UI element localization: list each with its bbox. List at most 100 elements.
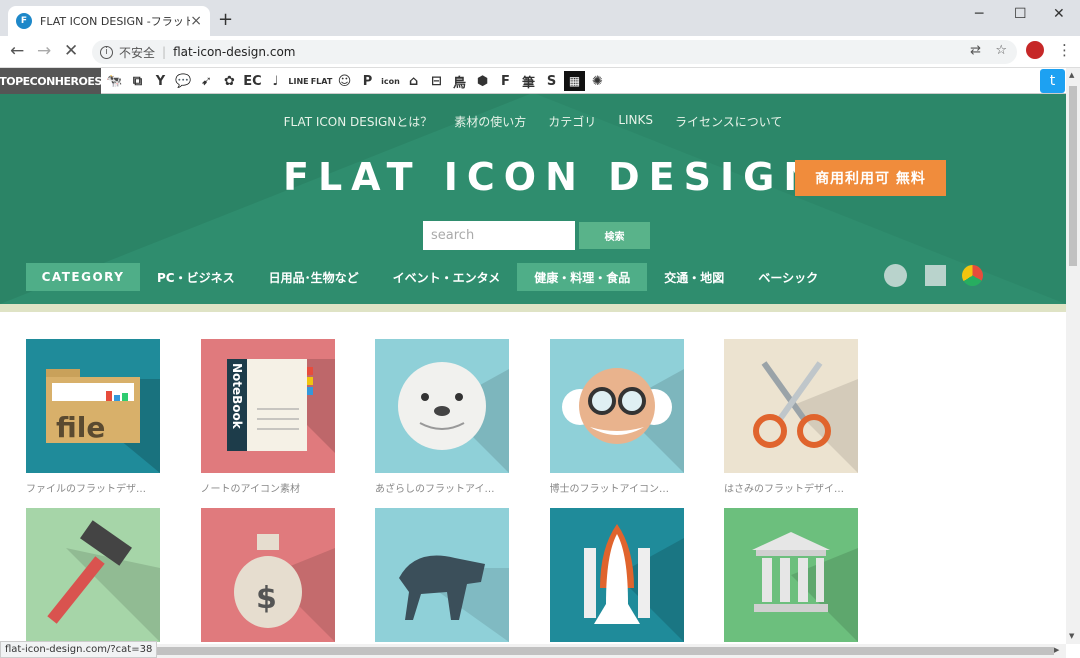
network-site-icon[interactable]: ♩ bbox=[265, 71, 286, 91]
network-site-icons: 🐄 ⧉ Y 💬 ➹ ✿ EC ♩ LINE FLAT ☺ Picon ⌂ ⊟ 鳥 ⬢ F 筆 S ▦ ✺ bbox=[104, 68, 610, 94]
network-site-icon[interactable]: ⬢ bbox=[472, 71, 493, 91]
icon-card[interactable]: 博士のフラットアイコン… bbox=[549, 339, 684, 495]
icon-card[interactable] bbox=[26, 508, 160, 642]
notebook-icon[interactable]: NoteBook bbox=[200, 339, 335, 473]
status-bar: flat-icon-design.com/?cat=38 bbox=[0, 641, 158, 658]
address-separator: | bbox=[162, 45, 167, 59]
network-site-icon[interactable]: FLAT bbox=[311, 71, 333, 91]
network-site-icon[interactable]: EC bbox=[242, 71, 263, 91]
icon-card[interactable]: file ファイルのフラットデザ… bbox=[26, 339, 160, 495]
stop-loading-icon[interactable]: ✕ bbox=[64, 41, 78, 61]
forward-arrow-icon[interactable]: → bbox=[37, 41, 51, 61]
nav-links[interactable]: LINKS bbox=[618, 113, 653, 130]
search-input[interactable] bbox=[423, 221, 575, 250]
heroes-logo[interactable]: TOPECONHEROES bbox=[0, 68, 102, 94]
file-icon[interactable]: file bbox=[26, 339, 160, 473]
network-site-icon[interactable]: Y bbox=[150, 71, 171, 91]
network-site-icon[interactable]: ➹ bbox=[196, 71, 217, 91]
twitter-icon[interactable]: t bbox=[1040, 69, 1065, 93]
file-label: file bbox=[56, 411, 105, 444]
translate-icon[interactable]: ⇄ bbox=[970, 43, 981, 58]
category-pc-business[interactable]: PC・ビジネス bbox=[140, 263, 252, 291]
square-style-toggle[interactable] bbox=[925, 265, 946, 286]
icon-caption[interactable]: はさみのフラットデザイ… bbox=[724, 480, 858, 495]
maximize-window-button[interactable]: ☐ bbox=[1014, 6, 1027, 22]
network-site-icon[interactable]: ⧉ bbox=[127, 71, 148, 91]
nav-about[interactable]: FLAT ICON DESIGNとは？ bbox=[284, 113, 433, 130]
new-tab-button[interactable]: + bbox=[218, 9, 233, 30]
category-events[interactable]: イベント・エンタメ bbox=[376, 263, 518, 291]
network-site-icon[interactable]: icon bbox=[380, 71, 401, 91]
scroll-right-icon[interactable]: ▶ bbox=[1054, 646, 1059, 654]
browser-menu-icon[interactable]: ⋮ bbox=[1057, 41, 1072, 59]
rocket-icon[interactable] bbox=[549, 508, 684, 642]
circle-style-toggle[interactable] bbox=[884, 264, 907, 287]
vertical-scroll-thumb[interactable] bbox=[1069, 86, 1077, 266]
icon-card[interactable]: $ bbox=[200, 508, 335, 642]
icon-card[interactable] bbox=[549, 508, 684, 642]
category-basic[interactable]: ベーシック bbox=[741, 263, 835, 291]
category-health-food[interactable]: 健康・料理・食品 bbox=[517, 263, 648, 291]
address-bar[interactable]: i 不安全 | flat-icon-design.com ⇄ ☆ bbox=[92, 40, 1017, 64]
color-style-toggle[interactable] bbox=[962, 265, 983, 286]
network-site-icon[interactable]: LINE bbox=[288, 71, 309, 91]
notebook-label: NoteBook bbox=[230, 363, 244, 430]
browser-tab[interactable]: F FLAT ICON DESIGN -フラットデザインのアイコン素材サイト- … bbox=[8, 6, 210, 36]
icon-card[interactable]: NoteBook ノートのアイコン素材 bbox=[200, 339, 335, 495]
horizontal-scrollbar[interactable]: ▶ bbox=[0, 644, 1066, 658]
network-site-icon[interactable]: ✺ bbox=[587, 71, 608, 91]
icon-card[interactable] bbox=[724, 508, 858, 642]
network-site-icon[interactable]: ☺ bbox=[334, 71, 355, 91]
category-traffic-map[interactable]: 交通・地図 bbox=[647, 263, 741, 291]
icon-caption[interactable]: ノートのアイコン素材 bbox=[201, 480, 335, 495]
site-favicon-icon: F bbox=[16, 13, 32, 29]
url-text[interactable]: flat-icon-design.com bbox=[173, 45, 295, 59]
icon-caption[interactable]: ファイルのフラットデザ… bbox=[26, 480, 160, 495]
bookmark-star-icon[interactable]: ☆ bbox=[995, 43, 1007, 58]
network-site-icon[interactable]: 🐄 bbox=[104, 71, 125, 91]
close-window-button[interactable]: ✕ bbox=[1053, 6, 1065, 22]
seal-icon[interactable] bbox=[375, 339, 509, 473]
network-site-icon[interactable]: ▦ bbox=[564, 71, 585, 91]
bank-icon[interactable] bbox=[724, 508, 858, 642]
network-site-icon[interactable]: P bbox=[357, 71, 378, 91]
nav-usage[interactable]: 素材の使い方 bbox=[454, 113, 526, 130]
icon-caption[interactable]: 博士のフラットアイコン… bbox=[550, 480, 684, 495]
hammer-icon[interactable] bbox=[26, 508, 160, 642]
network-site-icon[interactable]: ⊟ bbox=[426, 71, 447, 91]
nav-category[interactable]: カテゴリ bbox=[548, 113, 596, 130]
network-site-icon[interactable]: S bbox=[541, 71, 562, 91]
scissors-icon[interactable] bbox=[724, 339, 858, 473]
network-site-icon[interactable]: ⌂ bbox=[403, 71, 424, 91]
scroll-up-icon[interactable]: ▲ bbox=[1069, 71, 1074, 79]
browser-tab-bar: F FLAT ICON DESIGN -フラットデザインのアイコン素材サイト- … bbox=[0, 0, 1080, 36]
commercial-free-badge: 商用利用可 無料 bbox=[795, 160, 946, 196]
extension-avatar-icon[interactable] bbox=[1026, 41, 1044, 59]
nav-license[interactable]: ライセンスについて bbox=[675, 113, 782, 130]
bull-icon[interactable] bbox=[375, 508, 509, 642]
professor-icon[interactable] bbox=[549, 339, 684, 473]
horizontal-scroll-thumb[interactable] bbox=[14, 647, 1054, 655]
network-site-icon[interactable]: 筆 bbox=[518, 71, 539, 91]
heroes-network-bar: TOPECONHEROES 🐄 ⧉ Y 💬 ➹ ✿ EC ♩ LINE FLAT ☺ Picon ⌂ ⊟ 鳥… bbox=[0, 68, 1066, 94]
network-site-icon[interactable]: 鳥 bbox=[449, 71, 470, 91]
info-icon[interactable]: i bbox=[100, 45, 113, 59]
close-tab-icon[interactable]: × bbox=[190, 13, 202, 29]
icon-card[interactable]: あざらしのフラットアイ… bbox=[375, 339, 509, 495]
search-button[interactable]: 検索 bbox=[579, 222, 650, 249]
minimize-window-button[interactable]: ─ bbox=[975, 6, 983, 22]
category-daily-goods[interactable]: 日用品･生物など bbox=[252, 263, 376, 291]
vertical-scrollbar[interactable]: ▲ ▼ bbox=[1066, 68, 1080, 644]
network-site-icon[interactable]: 💬 bbox=[173, 71, 194, 91]
icon-card[interactable]: はさみのフラットデザイ… bbox=[724, 339, 858, 495]
tab-title: FLAT ICON DESIGN -フラットデザインのアイコン素材サイト- bbox=[40, 15, 190, 28]
site-title[interactable]: FLAT ICON DESIGN bbox=[283, 155, 824, 199]
network-site-icon[interactable]: ✿ bbox=[219, 71, 240, 91]
icon-card[interactable] bbox=[375, 508, 509, 642]
money-bag-icon[interactable]: $ bbox=[200, 508, 335, 642]
icon-caption[interactable]: あざらしのフラットアイ… bbox=[375, 480, 509, 495]
network-site-icon[interactable]: F bbox=[495, 71, 516, 91]
category-nav: CATEGORY PC・ビジネス 日用品･生物など イベント・エンタメ 健康・料… bbox=[26, 263, 835, 291]
back-arrow-icon[interactable]: ← bbox=[10, 41, 24, 61]
scroll-down-icon[interactable]: ▼ bbox=[1069, 632, 1074, 640]
